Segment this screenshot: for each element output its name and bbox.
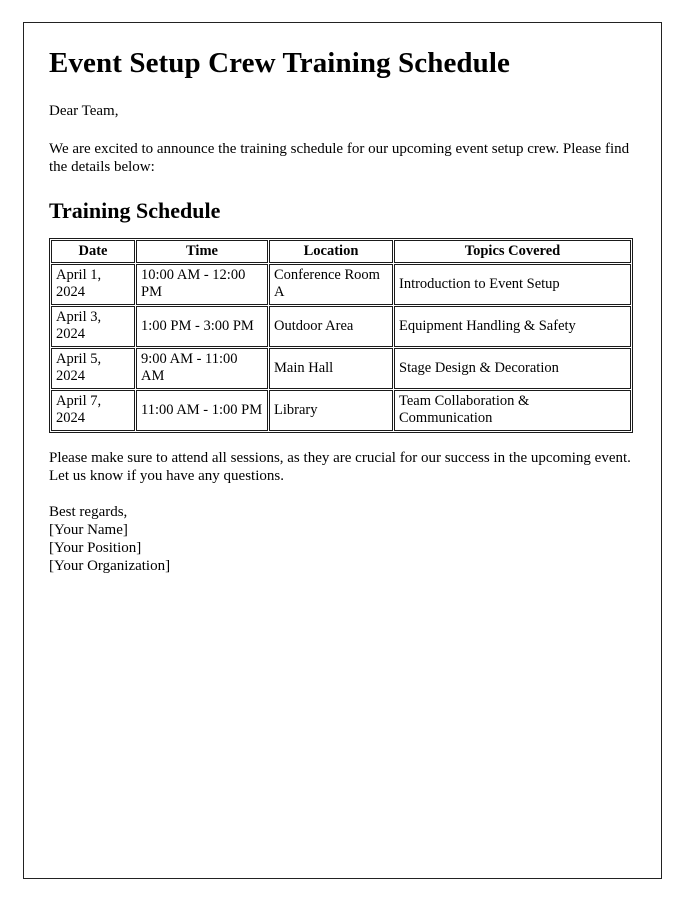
cell-time: 1:00 PM - 3:00 PM — [136, 305, 268, 347]
cell-time: 9:00 AM - 11:00 AM — [136, 347, 268, 389]
document-body: Event Setup Crew Training Schedule Dear … — [24, 23, 661, 599]
column-header-time: Time — [136, 239, 268, 263]
signature-organization: [Your Organization] — [49, 557, 171, 574]
cell-topics: Team Collaboration & Communication — [394, 389, 631, 431]
cell-date: April 7, 2024 — [51, 389, 135, 431]
column-header-date: Date — [51, 239, 135, 263]
table-body: April 1, 2024 10:00 AM - 12:00 PM Confer… — [51, 263, 631, 431]
section-heading-training-schedule: Training Schedule — [49, 198, 221, 224]
cell-topics: Equipment Handling & Safety — [394, 305, 631, 347]
cell-location: Conference Room A — [269, 263, 393, 305]
table-row: April 1, 2024 10:00 AM - 12:00 PM Confer… — [51, 263, 631, 305]
closing-paragraph: Please make sure to attend all sessions,… — [49, 449, 631, 484]
cell-location: Main Hall — [269, 347, 393, 389]
training-schedule-table: Date Time Location Topics Covered April … — [49, 237, 633, 433]
table-header: Date Time Location Topics Covered — [51, 239, 631, 263]
cell-date: April 5, 2024 — [51, 347, 135, 389]
cell-location: Outdoor Area — [269, 305, 393, 347]
page-title: Event Setup Crew Training Schedule — [49, 47, 511, 79]
column-header-location: Location — [269, 239, 393, 263]
cell-location: Library — [269, 389, 393, 431]
signature-name: [Your Name] — [49, 521, 128, 538]
signature-block: Best regards, [Your Name] [Your Position… — [49, 503, 629, 575]
table-row: April 7, 2024 11:00 AM - 1:00 PM Library… — [51, 389, 631, 431]
table-row: April 5, 2024 9:00 AM - 11:00 AM Main Ha… — [51, 347, 631, 389]
signature-position: [Your Position] — [49, 539, 142, 556]
cell-topics: Stage Design & Decoration — [394, 347, 631, 389]
greeting-paragraph: Dear Team, — [49, 103, 119, 120]
document-page: Event Setup Crew Training Schedule Dear … — [23, 22, 662, 879]
column-header-topics: Topics Covered — [394, 239, 631, 263]
signature-regards: Best regards, — [49, 503, 128, 520]
table-header-row: Date Time Location Topics Covered — [51, 239, 631, 263]
cell-date: April 1, 2024 — [51, 263, 135, 305]
cell-time: 10:00 AM - 12:00 PM — [136, 263, 268, 305]
cell-time: 11:00 AM - 1:00 PM — [136, 389, 268, 431]
cell-date: April 3, 2024 — [51, 305, 135, 347]
table-row: April 3, 2024 1:00 PM - 3:00 PM Outdoor … — [51, 305, 631, 347]
cell-topics: Introduction to Event Setup — [394, 263, 631, 305]
intro-paragraph: We are excited to announce the training … — [49, 141, 630, 176]
